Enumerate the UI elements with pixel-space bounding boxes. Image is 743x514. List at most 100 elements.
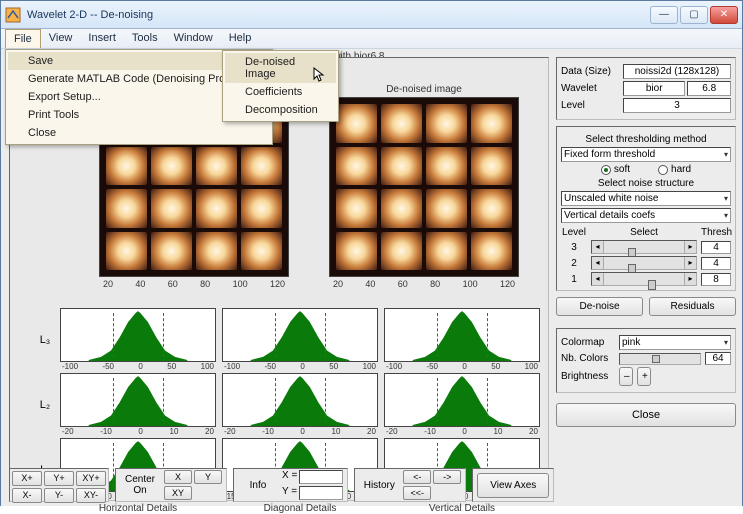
slider-left-icon[interactable]: ◂ bbox=[592, 257, 604, 269]
center-x-button[interactable]: X bbox=[164, 470, 192, 484]
save-decomposition[interactable]: Decomposition bbox=[225, 101, 336, 119]
brightness-plus-button[interactable]: + bbox=[637, 367, 651, 386]
radio-hard-label: hard bbox=[671, 164, 691, 175]
brightness-minus-button[interactable]: – bbox=[619, 367, 633, 386]
menu-help[interactable]: Help bbox=[221, 29, 260, 48]
file-save-label: Save bbox=[28, 55, 53, 67]
hist-l2-h bbox=[60, 373, 216, 427]
col-caption-horizontal: Horizontal Details bbox=[60, 503, 216, 514]
file-close-label: Close bbox=[28, 127, 56, 139]
col-caption-diagonal: Diagonal Details bbox=[222, 503, 378, 514]
save-denoised-label: De-noised Image bbox=[245, 56, 318, 80]
level-label: Level bbox=[561, 100, 623, 111]
radio-soft-label: soft bbox=[614, 164, 630, 175]
window-title: Wavelet 2-D -- De-noising bbox=[27, 9, 650, 21]
center-y-button[interactable]: Y bbox=[194, 470, 222, 484]
titlebar: Wavelet 2-D -- De-noising ― ▢ ✕ bbox=[1, 1, 742, 29]
slider-right-icon[interactable]: ▸ bbox=[684, 241, 696, 253]
threshold-method-value: Fixed form threshold bbox=[564, 149, 655, 160]
nb-colors-slider[interactable] bbox=[619, 353, 701, 365]
noise-structure-combo[interactable]: Unscaled white noise bbox=[561, 191, 731, 206]
slider-right-icon[interactable]: ▸ bbox=[684, 273, 696, 285]
center-on-label: Center On bbox=[120, 474, 160, 496]
close-window-button[interactable]: ✕ bbox=[710, 6, 738, 24]
maximize-button[interactable]: ▢ bbox=[680, 6, 708, 24]
data-size-label: Data (Size) bbox=[561, 66, 623, 77]
details-combo[interactable]: Vertical details coefs bbox=[561, 208, 731, 223]
zoom-y-plus[interactable]: Y+ bbox=[44, 471, 74, 486]
thresh-value-1[interactable]: 8 bbox=[701, 273, 731, 286]
residuals-button[interactable]: Residuals bbox=[649, 297, 736, 316]
thresh-level-1: 1 bbox=[561, 274, 587, 285]
colormap-value: pink bbox=[622, 337, 640, 348]
history-back-button[interactable]: <- bbox=[403, 470, 431, 484]
menu-window[interactable]: Window bbox=[166, 29, 221, 48]
col-caption-vertical: Vertical Details bbox=[384, 503, 540, 514]
thresh-value-3[interactable]: 4 bbox=[701, 241, 731, 254]
slider-left-icon[interactable]: ◂ bbox=[592, 273, 604, 285]
nb-colors-label: Nb. Colors bbox=[561, 353, 615, 364]
close-panel-button[interactable]: Close bbox=[556, 403, 736, 427]
minimize-button[interactable]: ― bbox=[650, 6, 678, 24]
right-panel: Data (Size)noissi2d (128x128) Waveletbio… bbox=[556, 57, 736, 427]
thresh-level-2: 2 bbox=[561, 258, 587, 269]
denoised-image-xaxis: 20406080100120 bbox=[329, 279, 519, 289]
zoom-y-minus[interactable]: Y- bbox=[44, 488, 74, 503]
zoom-xy-minus[interactable]: XY- bbox=[76, 488, 106, 503]
noise-structure-value: Unscaled white noise bbox=[564, 193, 659, 204]
save-decomp-label: Decomposition bbox=[245, 104, 318, 116]
denoise-button[interactable]: De-noise bbox=[556, 297, 643, 316]
hist-l3-h bbox=[60, 308, 216, 362]
bottom-toolbar: X+ Y+ XY+ X- Y- XY- Center On X Y XY Inf… bbox=[9, 468, 734, 502]
colormap-combo[interactable]: pink bbox=[619, 335, 731, 350]
thresh-hdr-thresh: Thresh bbox=[701, 227, 731, 238]
zoom-buttons: X+ Y+ XY+ X- Y- XY- bbox=[9, 468, 109, 502]
menu-view[interactable]: View bbox=[41, 29, 81, 48]
history-forward-button[interactable]: -> bbox=[433, 470, 461, 484]
center-xy-button[interactable]: XY bbox=[164, 486, 192, 500]
view-axes-button[interactable]: View Axes bbox=[477, 473, 549, 498]
app-icon bbox=[5, 7, 21, 23]
hist-l2-v bbox=[384, 373, 540, 427]
zoom-x-plus[interactable]: X+ bbox=[12, 471, 42, 486]
thresholding-panel: Select thresholding method Fixed form th… bbox=[556, 126, 736, 291]
slider-right-icon[interactable]: ▸ bbox=[684, 257, 696, 269]
denoised-image bbox=[329, 97, 519, 277]
radio-soft[interactable]: soft bbox=[601, 164, 630, 175]
radio-hard[interactable]: hard bbox=[658, 164, 691, 175]
zoom-xy-plus[interactable]: XY+ bbox=[76, 471, 106, 486]
hist-l3-v bbox=[384, 308, 540, 362]
view-axes-box: View Axes bbox=[472, 468, 554, 502]
row-label-l2: L₂ bbox=[36, 373, 54, 436]
file-menu-dropdown: Save Generate MATLAB Code (Denoising Pro… bbox=[5, 49, 273, 145]
thresh-hdr-select: Select bbox=[591, 227, 697, 238]
wavelet-order-value: 6.8 bbox=[687, 81, 731, 96]
denoised-image-block: De-noised image 20406080100120 bbox=[329, 84, 519, 284]
thresh-value-2[interactable]: 4 bbox=[701, 257, 731, 270]
file-print-label: Print Tools bbox=[28, 109, 79, 121]
zoom-x-minus[interactable]: X- bbox=[12, 488, 42, 503]
history-label: History bbox=[359, 480, 399, 491]
save-coefficients[interactable]: Coefficients bbox=[225, 83, 336, 101]
menu-insert[interactable]: Insert bbox=[80, 29, 124, 48]
history-rewind-button[interactable]: <<- bbox=[403, 486, 431, 500]
info-y-label: Y = bbox=[282, 486, 297, 500]
thresh-slider-2[interactable]: ◂▸ bbox=[591, 256, 697, 270]
thresh-slider-1[interactable]: ◂▸ bbox=[591, 272, 697, 286]
menu-file[interactable]: File bbox=[5, 29, 41, 48]
file-generate-code-label: Generate MATLAB Code (Denoising Process) bbox=[28, 73, 252, 85]
data-size-value: noissi2d (128x128) bbox=[623, 64, 731, 79]
nb-colors-input[interactable]: 64 bbox=[705, 352, 731, 365]
colormap-panel: Colormap pink Nb. Colors 64 Brightness –… bbox=[556, 328, 736, 393]
history-box: History <- -> <<- bbox=[354, 468, 466, 502]
file-close[interactable]: Close bbox=[8, 124, 270, 142]
menu-tools[interactable]: Tools bbox=[124, 29, 166, 48]
file-export-label: Export Setup... bbox=[28, 91, 101, 103]
slider-left-icon[interactable]: ◂ bbox=[592, 241, 604, 253]
thresh-slider-3[interactable]: ◂▸ bbox=[591, 240, 697, 254]
info-x-value bbox=[299, 470, 343, 484]
noise-structure-title: Select noise structure bbox=[561, 178, 731, 189]
info-box: Info X = Y = bbox=[233, 468, 348, 502]
threshold-method-combo[interactable]: Fixed form threshold bbox=[561, 147, 731, 162]
original-image-xaxis: 20406080100120 bbox=[99, 279, 289, 289]
